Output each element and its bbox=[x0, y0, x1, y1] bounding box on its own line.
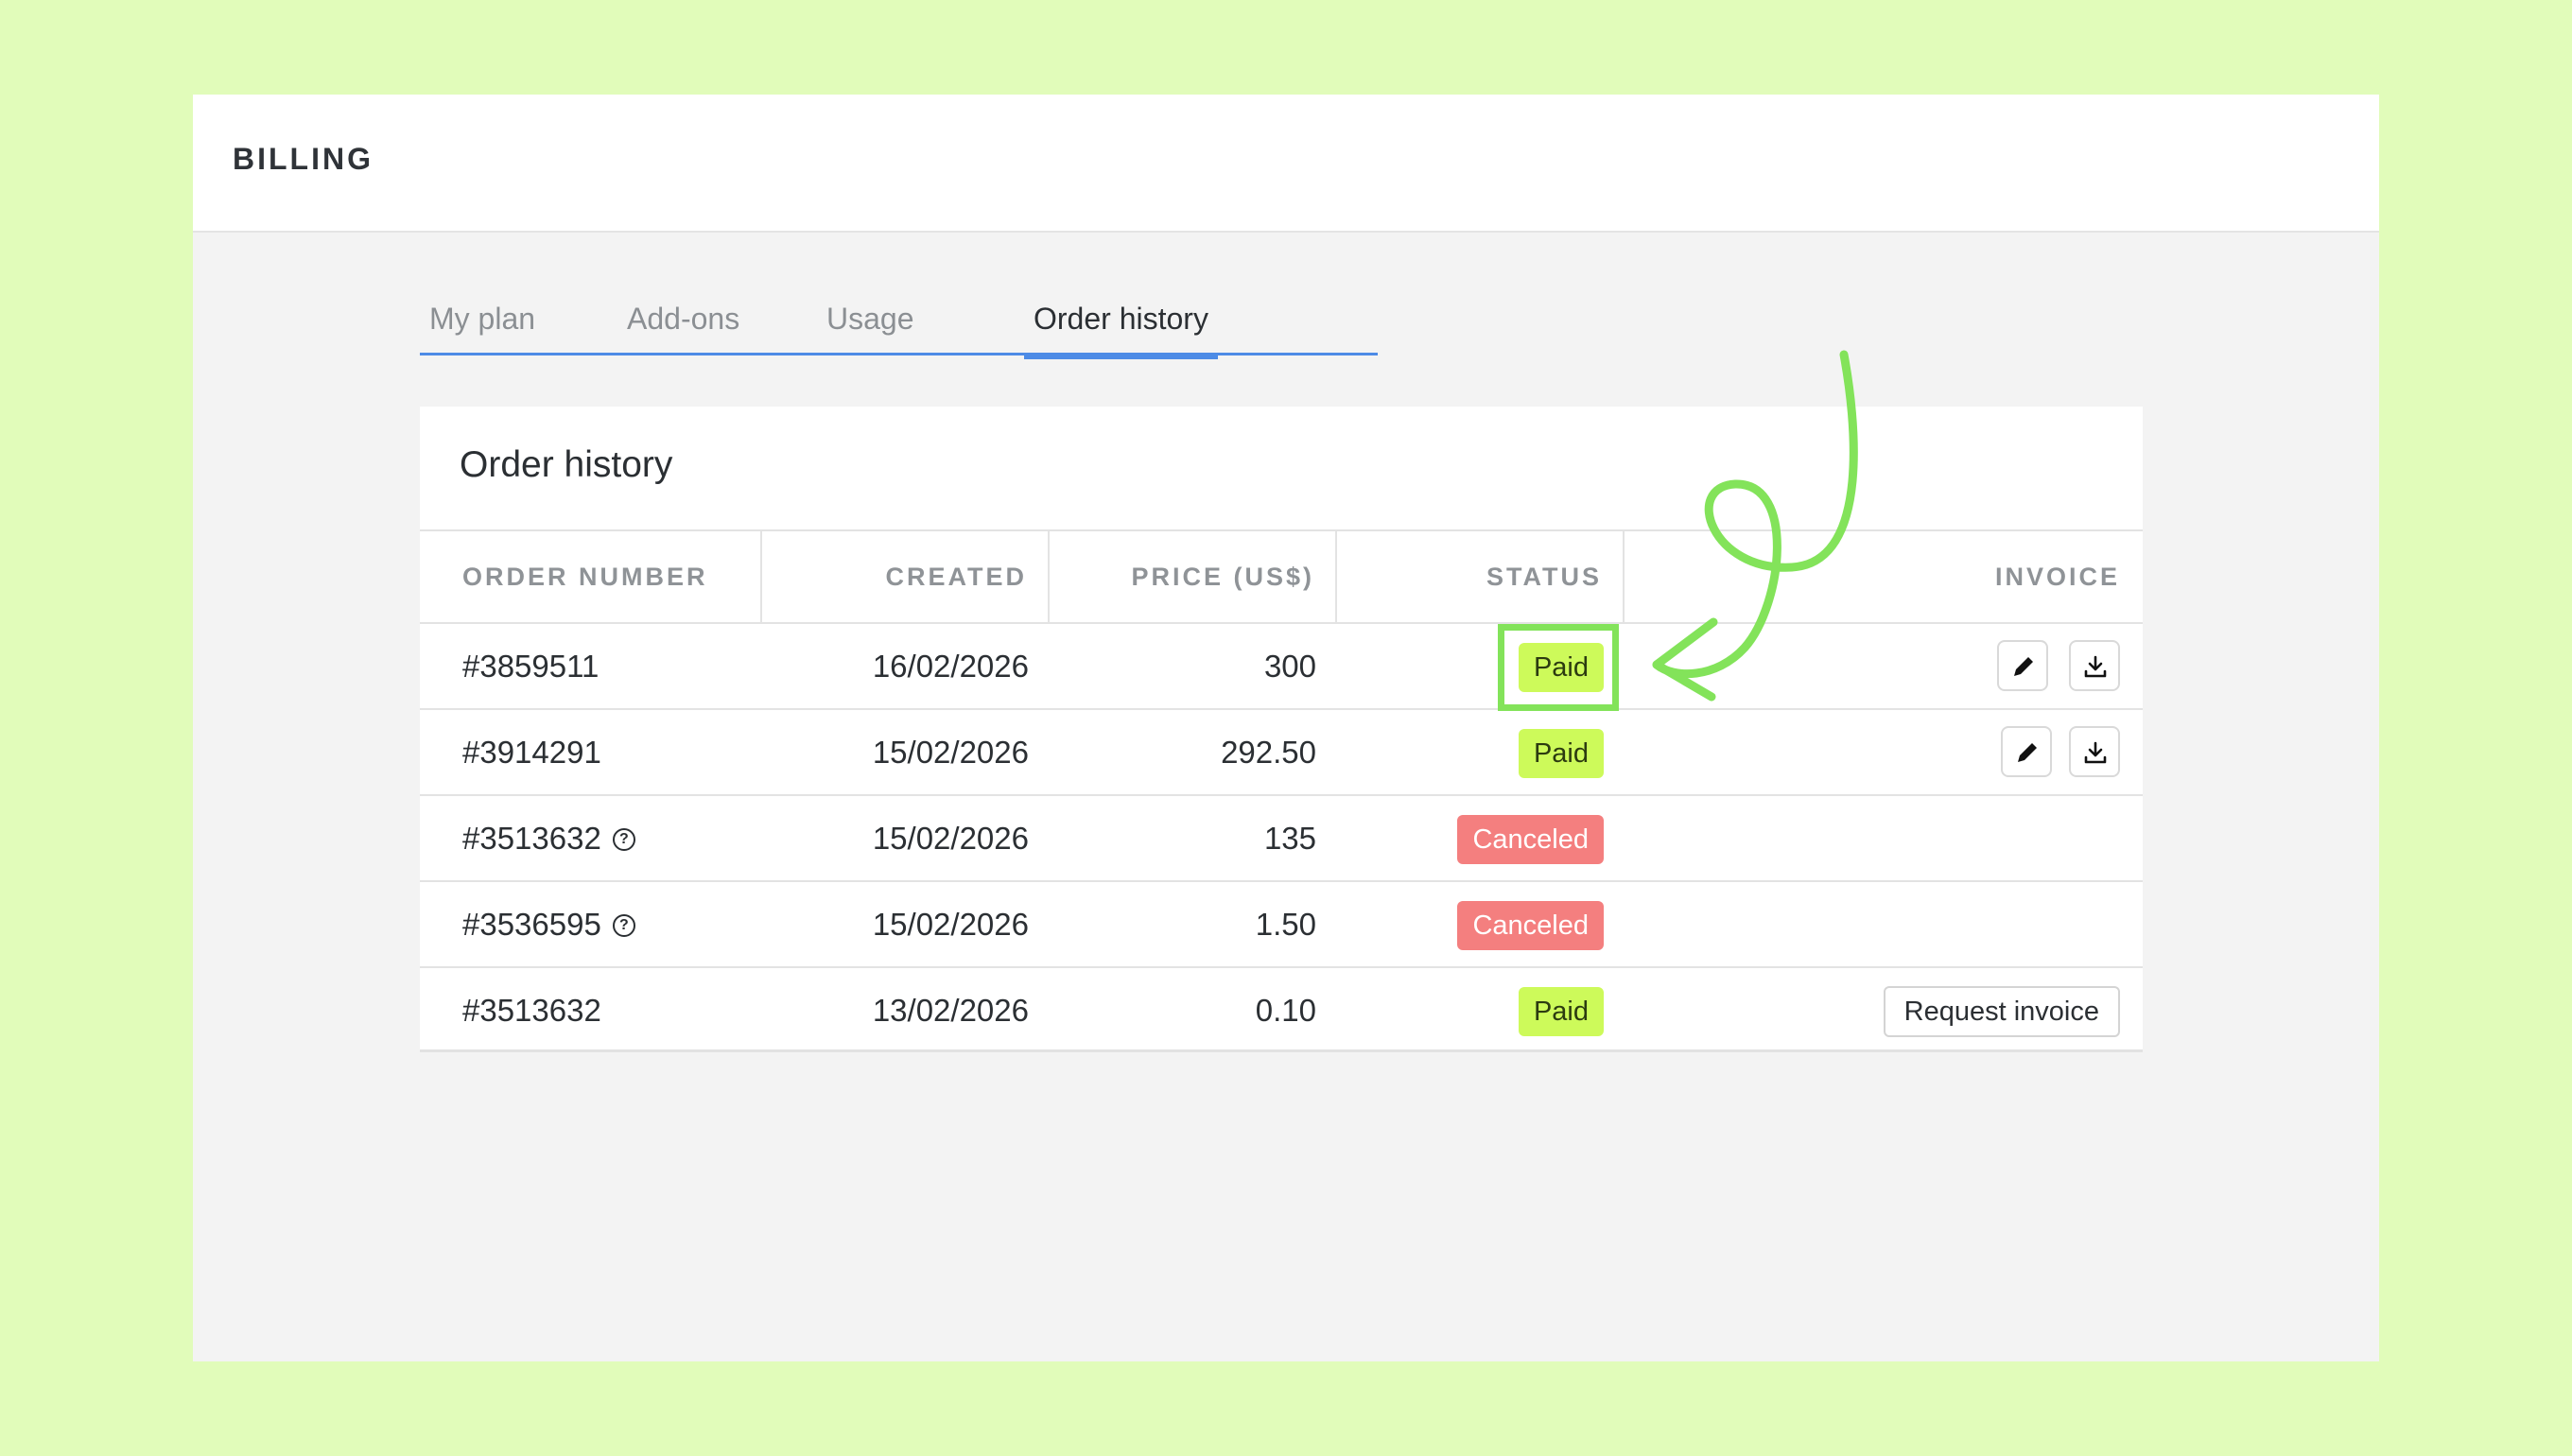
download-invoice-button[interactable] bbox=[2069, 640, 2120, 691]
order-number-text: #3513632 bbox=[462, 993, 601, 1028]
download-icon bbox=[2084, 655, 2107, 678]
tab-usage[interactable]: Usage bbox=[826, 295, 914, 355]
order-number: #3513632 bbox=[462, 968, 601, 1052]
order-number: #3536595? bbox=[462, 882, 635, 966]
download-icon bbox=[2084, 741, 2107, 764]
tab-my-plan[interactable]: My plan bbox=[429, 295, 535, 355]
price: 292.50 bbox=[1221, 735, 1316, 770]
created-date: 15/02/2026 bbox=[872, 735, 1029, 770]
pencil-icon bbox=[2014, 657, 2033, 676]
table-header: ORDER NUMBER CREATED PRICE (US$) STATUS … bbox=[420, 529, 2143, 624]
pencil-icon bbox=[2018, 743, 2037, 762]
table-row: #3914291 15/02/2026 292.50 Paid bbox=[420, 710, 2143, 796]
created-date: 15/02/2026 bbox=[872, 821, 1029, 856]
question-circle-icon[interactable]: ? bbox=[612, 914, 635, 937]
tab-order-history[interactable]: Order history bbox=[1024, 295, 1218, 359]
column-order-number: ORDER NUMBER bbox=[420, 531, 762, 622]
column-price: PRICE (US$) bbox=[1050, 531, 1337, 622]
card-title: Order history bbox=[460, 444, 673, 485]
request-invoice-button[interactable]: Request invoice bbox=[1883, 986, 2120, 1037]
order-number-text: #3536595 bbox=[462, 907, 601, 942]
order-number-text: #3914291 bbox=[462, 735, 601, 770]
created-date: 16/02/2026 bbox=[872, 649, 1029, 684]
column-status: STATUS bbox=[1337, 531, 1625, 622]
price: 1.50 bbox=[1255, 907, 1316, 942]
table-row: #3859511 16/02/2026 300 Paid bbox=[420, 624, 2143, 710]
billing-panel: BILLING My plan Add-ons Usage Order hist… bbox=[193, 95, 2379, 1361]
edit-invoice-button[interactable] bbox=[1997, 640, 2048, 691]
tab-add-ons[interactable]: Add-ons bbox=[627, 295, 739, 355]
order-number: #3914291 bbox=[462, 710, 601, 794]
header-bar: BILLING bbox=[193, 95, 2379, 233]
table-row: #3513632? 15/02/2026 135 Canceled bbox=[420, 796, 2143, 882]
order-number: #3513632? bbox=[462, 796, 635, 880]
order-number-text: #3859511 bbox=[462, 649, 600, 684]
order-number-text: #3513632 bbox=[462, 821, 601, 856]
question-circle-icon[interactable]: ? bbox=[612, 828, 635, 851]
status-badge: Paid bbox=[1518, 987, 1604, 1036]
status-badge: Paid bbox=[1518, 729, 1604, 778]
order-number: #3859511 bbox=[462, 624, 599, 708]
download-invoice-button[interactable] bbox=[2069, 726, 2120, 777]
price: 300 bbox=[1263, 649, 1316, 684]
created-date: 15/02/2026 bbox=[872, 907, 1029, 942]
status-badge: Paid bbox=[1518, 643, 1604, 692]
billing-tabs: My plan Add-ons Usage Order history bbox=[420, 295, 1378, 359]
status-badge: Canceled bbox=[1457, 815, 1604, 864]
edit-invoice-button[interactable] bbox=[2001, 726, 2052, 777]
order-history-card: Order history ORDER NUMBER CREATED PRICE… bbox=[420, 407, 2143, 1052]
page-title: BILLING bbox=[233, 142, 374, 176]
column-invoice: INVOICE bbox=[1994, 563, 2120, 591]
table-row: #3536595? 15/02/2026 1.50 Canceled bbox=[420, 882, 2143, 968]
column-created: CREATED bbox=[762, 531, 1050, 622]
price: 135 bbox=[1263, 821, 1316, 856]
price: 0.10 bbox=[1255, 993, 1316, 1028]
status-badge: Canceled bbox=[1457, 901, 1604, 950]
table-row: #3513632 13/02/2026 0.10 Paid Request in… bbox=[420, 968, 2143, 1054]
created-date: 13/02/2026 bbox=[872, 993, 1029, 1028]
